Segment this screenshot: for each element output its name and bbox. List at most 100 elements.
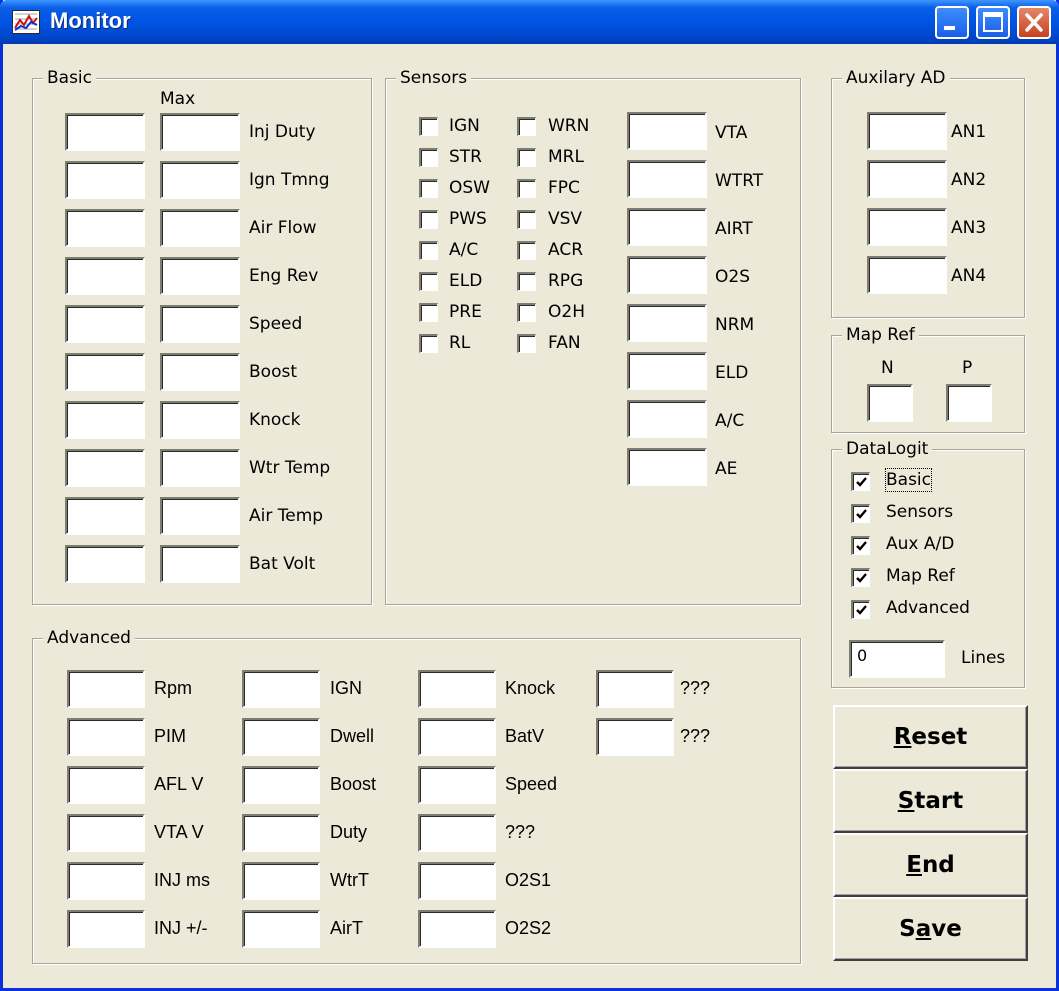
basic-max-field[interactable] bbox=[160, 353, 240, 391]
advanced-legend: Advanced bbox=[43, 627, 135, 649]
window-title: Monitor bbox=[50, 8, 131, 33]
sensor-checkbox-label: IGN bbox=[449, 116, 480, 136]
aux-value-field[interactable] bbox=[867, 160, 947, 198]
reset-button[interactable]: Reset bbox=[833, 705, 1028, 769]
sensor-checkbox[interactable] bbox=[517, 148, 536, 167]
sensor-checkbox[interactable] bbox=[517, 241, 536, 260]
advanced-value-field[interactable] bbox=[418, 718, 496, 756]
sensor-value-field[interactable] bbox=[627, 400, 707, 438]
basic-value-field[interactable] bbox=[65, 209, 145, 247]
sensor-checkbox[interactable] bbox=[419, 272, 438, 291]
advanced-value-field[interactable] bbox=[418, 862, 496, 900]
close-button[interactable] bbox=[1017, 6, 1051, 39]
title-bar[interactable]: Monitor bbox=[0, 0, 1059, 44]
basic-value-field[interactable] bbox=[65, 113, 145, 151]
sensor-checkbox[interactable] bbox=[517, 334, 536, 353]
advanced-field-label: AFL V bbox=[154, 774, 204, 794]
advanced-value-field[interactable] bbox=[67, 670, 145, 708]
basic-max-field[interactable] bbox=[160, 209, 240, 247]
basic-value-field[interactable] bbox=[65, 257, 145, 295]
sensor-checkbox[interactable] bbox=[419, 241, 438, 260]
advanced-value-field[interactable] bbox=[242, 910, 320, 948]
basic-value-field[interactable] bbox=[65, 449, 145, 487]
basic-max-field[interactable] bbox=[160, 449, 240, 487]
advanced-value-field[interactable] bbox=[67, 718, 145, 756]
basic-value-field[interactable] bbox=[65, 305, 145, 343]
sensor-checkbox[interactable] bbox=[419, 179, 438, 198]
mapref-n-field[interactable] bbox=[867, 384, 913, 422]
advanced-value-field[interactable] bbox=[242, 670, 320, 708]
datalogit-checkbox[interactable] bbox=[851, 600, 870, 619]
basic-max-field[interactable] bbox=[160, 161, 240, 199]
sensor-checkbox[interactable] bbox=[419, 303, 438, 322]
advanced-value-field[interactable] bbox=[418, 814, 496, 852]
sensor-checkbox[interactable] bbox=[419, 148, 438, 167]
datalogit-checkbox[interactable] bbox=[851, 568, 870, 587]
lines-input[interactable]: 0 bbox=[849, 640, 945, 678]
aux-value-field[interactable] bbox=[867, 208, 947, 246]
sensor-checkbox[interactable] bbox=[517, 272, 536, 291]
advanced-value-field[interactable] bbox=[596, 718, 674, 756]
sensor-value-field[interactable] bbox=[627, 448, 707, 486]
advanced-field-label: O2S2 bbox=[505, 918, 552, 938]
datalogit-checkbox[interactable] bbox=[851, 504, 870, 523]
advanced-value-field[interactable] bbox=[242, 814, 320, 852]
aux-value-field[interactable] bbox=[867, 256, 947, 294]
aux-value-field[interactable] bbox=[867, 112, 947, 150]
sensor-value-field[interactable] bbox=[627, 304, 707, 342]
sensor-checkbox-label: VSV bbox=[548, 209, 583, 229]
start-button[interactable]: Start bbox=[833, 769, 1028, 833]
datalogit-checkbox[interactable] bbox=[851, 472, 870, 491]
end-button[interactable]: End bbox=[833, 833, 1028, 897]
sensor-value-field[interactable] bbox=[627, 160, 707, 198]
advanced-value-field[interactable] bbox=[67, 910, 145, 948]
minimize-button[interactable] bbox=[935, 6, 969, 39]
sensor-checkbox[interactable] bbox=[517, 210, 536, 229]
datalogit-checkbox[interactable] bbox=[851, 536, 870, 555]
sensor-field-label: O2S bbox=[715, 267, 750, 287]
advanced-value-field[interactable] bbox=[242, 862, 320, 900]
sensor-value-field[interactable] bbox=[627, 352, 707, 390]
advanced-value-field[interactable] bbox=[67, 814, 145, 852]
basic-value-field[interactable] bbox=[65, 545, 145, 583]
sensor-checkbox[interactable] bbox=[517, 117, 536, 136]
basic-row-label: Inj Duty bbox=[249, 122, 316, 142]
lines-label: Lines bbox=[961, 648, 1006, 668]
sensor-value-field[interactable] bbox=[627, 256, 707, 294]
basic-max-field[interactable] bbox=[160, 497, 240, 535]
advanced-field-label: Knock bbox=[505, 678, 556, 698]
save-button[interactable]: Sa ve bbox=[833, 897, 1028, 961]
start-label-post: tart bbox=[914, 788, 964, 814]
mapref-p-field[interactable] bbox=[946, 384, 992, 422]
maximize-icon bbox=[983, 12, 1003, 32]
sensor-checkbox[interactable] bbox=[517, 303, 536, 322]
advanced-value-field[interactable] bbox=[418, 766, 496, 804]
sensor-checkbox-label: OSW bbox=[449, 178, 490, 198]
sensor-value-field[interactable] bbox=[627, 112, 707, 150]
advanced-value-field[interactable] bbox=[67, 862, 145, 900]
advanced-value-field[interactable] bbox=[418, 910, 496, 948]
advanced-value-field[interactable] bbox=[242, 766, 320, 804]
basic-max-field[interactable] bbox=[160, 257, 240, 295]
sensor-value-field[interactable] bbox=[627, 208, 707, 246]
sensor-checkbox[interactable] bbox=[419, 117, 438, 136]
basic-value-field[interactable] bbox=[65, 161, 145, 199]
mapref-n-label: N bbox=[881, 358, 894, 378]
advanced-value-field[interactable] bbox=[596, 670, 674, 708]
basic-max-field[interactable] bbox=[160, 113, 240, 151]
sensor-checkbox[interactable] bbox=[517, 179, 536, 198]
advanced-value-field[interactable] bbox=[242, 718, 320, 756]
maximize-button[interactable] bbox=[976, 6, 1010, 39]
basic-max-field[interactable] bbox=[160, 545, 240, 583]
sensor-checkbox-label: PWS bbox=[449, 209, 487, 229]
sensor-checkbox[interactable] bbox=[419, 210, 438, 229]
basic-max-field[interactable] bbox=[160, 305, 240, 343]
basic-value-field[interactable] bbox=[65, 497, 145, 535]
advanced-value-field[interactable] bbox=[418, 670, 496, 708]
basic-max-field[interactable] bbox=[160, 401, 240, 439]
advanced-value-field[interactable] bbox=[67, 766, 145, 804]
basic-value-field[interactable] bbox=[65, 401, 145, 439]
advanced-field-label: INJ ms bbox=[154, 870, 210, 890]
sensor-checkbox[interactable] bbox=[419, 334, 438, 353]
basic-value-field[interactable] bbox=[65, 353, 145, 391]
